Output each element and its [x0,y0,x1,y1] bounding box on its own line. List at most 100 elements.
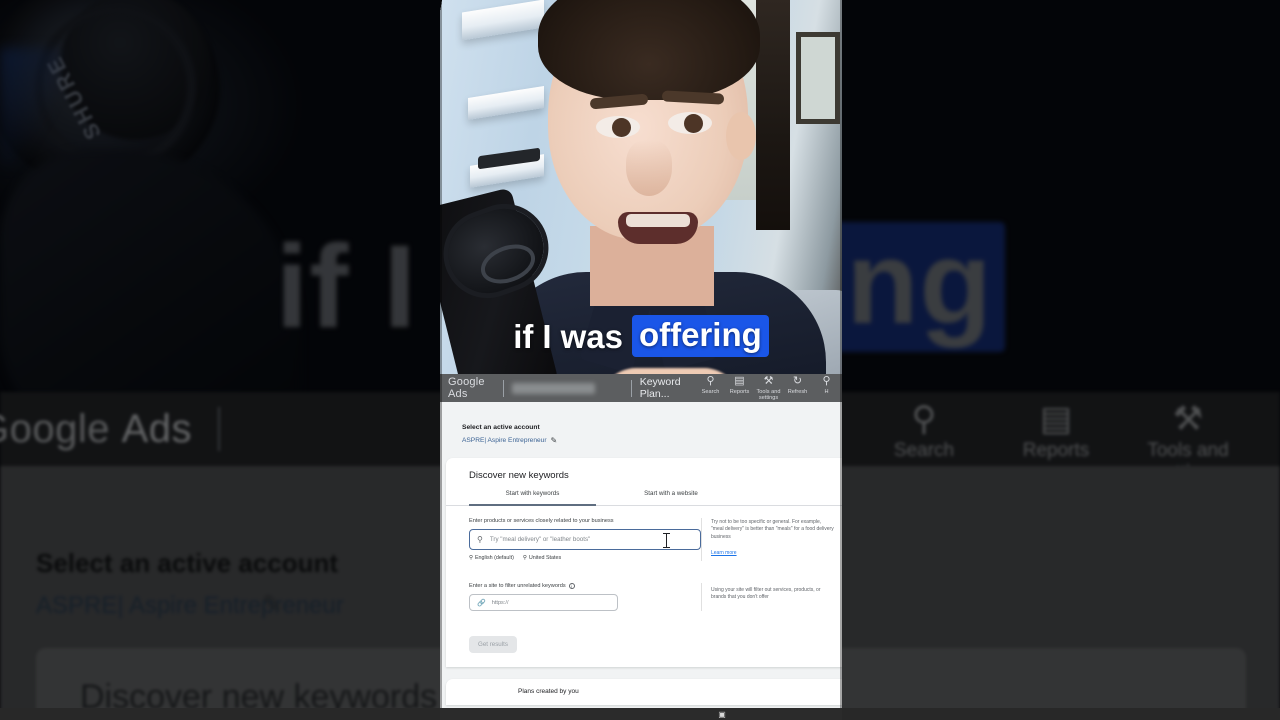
video-left-edge [440,0,442,712]
ads-top-navigation-bar: Google Ads Keyword Plan... ⚲ Search ▤ Re… [440,374,842,402]
background-account-heading: Select an active account [36,548,339,578]
topbar-action-label: Tools and settings [756,388,781,402]
keywords-input[interactable]: ⚲ Try "meal delivery" or "leather boots" [469,529,701,550]
language-label: English (default) [474,555,514,561]
caption-word: I [542,317,552,355]
tab-start-with-a-website[interactable]: Start with a website [596,490,746,505]
background-action-label: Reports [1022,440,1090,461]
shorts-player-stage: SHURE if I w ring Google Ads ⚲ Search [0,0,1280,720]
logo-google-text: Google [448,376,485,388]
discover-keywords-card: Discover new keywords Start with keyword… [446,458,842,667]
site-input[interactable]: 🔗 https:// [469,594,618,611]
caption-word: was [560,317,623,355]
background-action-label: Refresh [1276,440,1280,462]
site-field-label-row: Enter a site to filter unrelated keyword… [469,583,701,589]
wrench-icon: ⚒ [763,374,774,387]
topbar-action-tools-and-settings[interactable]: ⚒ Tools and settings [754,375,783,402]
text-cursor-icon [663,533,670,548]
site-form-row: Enter a site to filter unrelated keyword… [446,561,842,611]
site-hint-panel: Using your site will filter out services… [701,583,842,611]
account-heading: Select an active account [462,424,540,431]
search-icon: ⚲ [706,374,715,387]
caption-word-highlighted: offering [631,315,769,357]
person-hair [538,0,760,100]
redacted-account-field [512,382,595,394]
keywords-hint-panel: Try not to be too specific or general. F… [701,518,842,561]
background-action-label: Search [893,440,955,461]
background-logo-google: Google [0,406,110,451]
search-icon: ⚲ [911,400,937,438]
language-selector[interactable]: ⚲ English (default) [469,555,514,561]
player-bottom-bar-inner[interactable]: ▣ [440,708,842,720]
background-doorway [756,0,790,230]
language-icon: ⚲ [469,555,473,561]
submit-row: Get results [446,611,842,667]
microphone-blue-glint [0,48,60,168]
keywords-hint-text: Try not to be too specific or general. F… [711,519,834,540]
refresh-icon: ↻ [1276,398,1280,440]
person-iris-left [612,118,631,137]
wall-picture-frame [796,32,840,124]
topbar-actions: ⚲ Search ▤ Reports ⚒ Tools and settings … [696,375,842,402]
location-pin-icon: ⚲ [522,555,527,561]
pencil-icon[interactable]: ✎ [551,436,558,445]
info-icon[interactable]: i [568,583,575,589]
background-logo-ads: Ads [121,406,193,451]
topbar-divider-2 [630,379,632,397]
tab-start-with-keywords[interactable]: Start with keywords [469,490,596,506]
topbar-action-label: Refresh [787,388,808,395]
person-iris-right [684,114,703,133]
video-caption: if I was offering [440,312,842,360]
topbar-action-refresh[interactable]: ↻ Refresh [783,375,812,402]
location-selector[interactable]: ⚲ United States [523,555,561,561]
topbar-action-label: Search [701,388,720,395]
person-nose [626,140,672,196]
ads-page-body: Select an active account ASPRE| Aspire E… [440,402,842,705]
get-results-button[interactable]: Get results [469,636,517,653]
camera-icon[interactable]: ▣ [718,710,726,719]
person-teeth [626,214,690,227]
keywords-field-meta: ⚲ English (default) ⚲ United States [469,555,701,561]
refresh-icon: ↻ [792,374,803,387]
help-icon: ⚲ [822,374,831,387]
keywords-form-left: Enter products or services closely relat… [446,518,701,561]
background-ads-divider [218,407,221,451]
site-field-label: Enter a site to filter unrelated keyword… [469,583,566,589]
google-ads-logo[interactable]: Google Ads [448,376,494,400]
background-account-name: ASPRE| Aspire Entrepreneur [36,592,344,619]
topbar-action-reports[interactable]: ▤ Reports [725,375,754,402]
topbar-action-label: Reports [729,388,750,395]
topbar-divider [502,379,504,397]
page-title: Keyword Plan... [639,376,681,400]
site-form-left: Enter a site to filter unrelated keyword… [446,583,701,611]
logo-ads-text: Ads [448,388,468,400]
plans-card-title: Plans created by you [518,688,579,695]
wrench-icon: ⚒ [1172,400,1204,438]
keywords-form-row: Enter products or services closely relat… [446,506,842,561]
google-ads-screen: Google Ads Keyword Plan... ⚲ Search ▤ Re… [440,374,842,712]
caption-word: if [513,317,534,355]
site-input-placeholder: https:// [491,599,509,606]
person-ear [726,112,756,160]
search-icon: ⚲ [477,535,483,544]
reports-icon: ▤ [1039,400,1073,438]
learn-more-link[interactable]: Learn more [711,550,737,556]
location-label: United States [528,555,562,561]
keywords-field-label: Enter products or services closely relat… [469,518,614,524]
active-account-row[interactable]: ASPRE| Aspire Entrepreneur ✎ [440,431,842,445]
player-bottom-bar[interactable]: ▣ [0,708,1280,720]
plans-created-by-you-card: Plans created by you [446,679,842,705]
card-tabs: Start with keywords Start with a website [446,490,842,506]
card-title: Discover new keywords [469,470,569,481]
topbar-action-label: H [824,388,829,395]
link-icon: 🔗 [477,599,486,607]
site-hint-text: Using your site will filter out services… [711,587,821,601]
reports-icon: ▤ [734,374,745,387]
topbar-action-search[interactable]: ⚲ Search [696,375,725,402]
vertical-video-frame[interactable]: if I was offering Google Ads Keyword Pla… [440,0,842,712]
pencil-icon: ✎ [262,591,283,618]
keywords-input-placeholder: Try "meal delivery" or "leather boots" [489,536,591,543]
video-right-edge [840,0,842,712]
active-account-name[interactable]: ASPRE| Aspire Entrepreneur [462,437,547,444]
topbar-action-help[interactable]: ⚲ H [812,375,841,402]
